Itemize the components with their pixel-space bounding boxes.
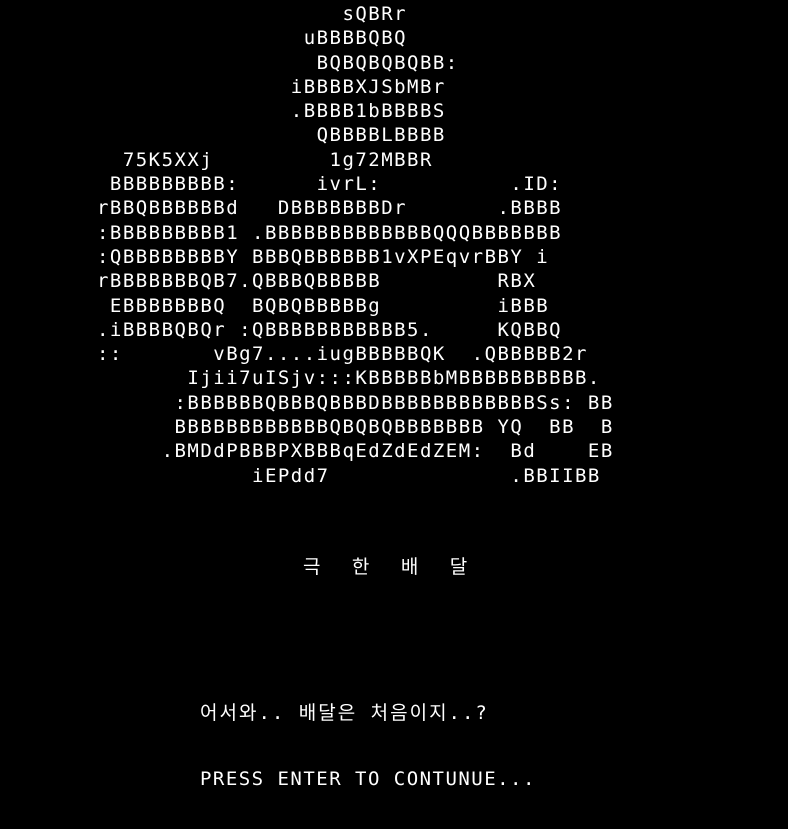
- ascii-art-line: BBBBBBBBB: ivrL: .ID:: [97, 173, 563, 196]
- ascii-art-line: EBBBBBBBQ BQBQBBBBBg iBBB: [97, 294, 550, 317]
- ascii-art-line: iBBBBXJSbMBr: [97, 75, 446, 98]
- press-enter-prompt[interactable]: PRESS ENTER TO CONTUNUE...: [200, 768, 536, 790]
- ascii-art-line: iEPdd7 .BBIIBB: [97, 464, 601, 487]
- ascii-art-line: .BBBB1bBBBBS: [97, 100, 446, 123]
- ascii-art-line: rBBQBBBBBBd DBBBBBBBDr .BBBB: [97, 197, 563, 220]
- ascii-art-line: .iBBBBQBQr :QBBBBBBBBBBB5. KQBBQ: [97, 318, 563, 341]
- ascii-art-line: :: vBg7....iugBBBBBQK .QBBBBB2r: [97, 343, 588, 366]
- ascii-art-line: :BBBBBBBBB1 .BBBBBBBBBBBBBQQQBBBBBBB: [97, 221, 563, 244]
- ascii-art-line: BBBBBBBBBBBBQBQBQBBBBBBB YQ BB B: [97, 416, 614, 439]
- ascii-art-line: BQBQBQBQBB:: [97, 51, 459, 74]
- ascii-art-line: 75K5XXj 1g72MBBR: [97, 148, 433, 171]
- ascii-art-line: QBBBBLBBBB: [97, 124, 446, 147]
- ascii-art-line: Ijii7uISjv:::KBBBBBbMBBBBBBBBBB.: [97, 367, 601, 390]
- ascii-art-line: sQBRr: [97, 3, 408, 25]
- ascii-art-line: :QBBBBBBBBY BBBQBBBBBB1vXPEqvrBBY i: [97, 245, 550, 268]
- ascii-art-line: .BMDdPBBBPXBBBqEdZdEdZEM: Bd EB: [97, 440, 614, 463]
- terminal-window: sQBRr uBBBBQBQ BQBQBQBQBB: iBBBBXJSbMBr …: [0, 0, 788, 829]
- ascii-art-line: uBBBBQBQ: [97, 27, 408, 50]
- ascii-art-logo: sQBRr uBBBBQBQ BQBQBQBQBB: iBBBBXJSbMBr …: [97, 2, 614, 488]
- greeting-text: 어서와.. 배달은 처음이지..?: [200, 702, 489, 724]
- ascii-art-line: :BBBBBBQBBBQBBBDBBBBBBBBBBBBSs: BB: [97, 391, 614, 414]
- ascii-art-line: rBBBBBBBQB7.QBBBQBBBBB RBX: [97, 270, 537, 293]
- game-title: 극 한 배 달: [303, 556, 478, 578]
